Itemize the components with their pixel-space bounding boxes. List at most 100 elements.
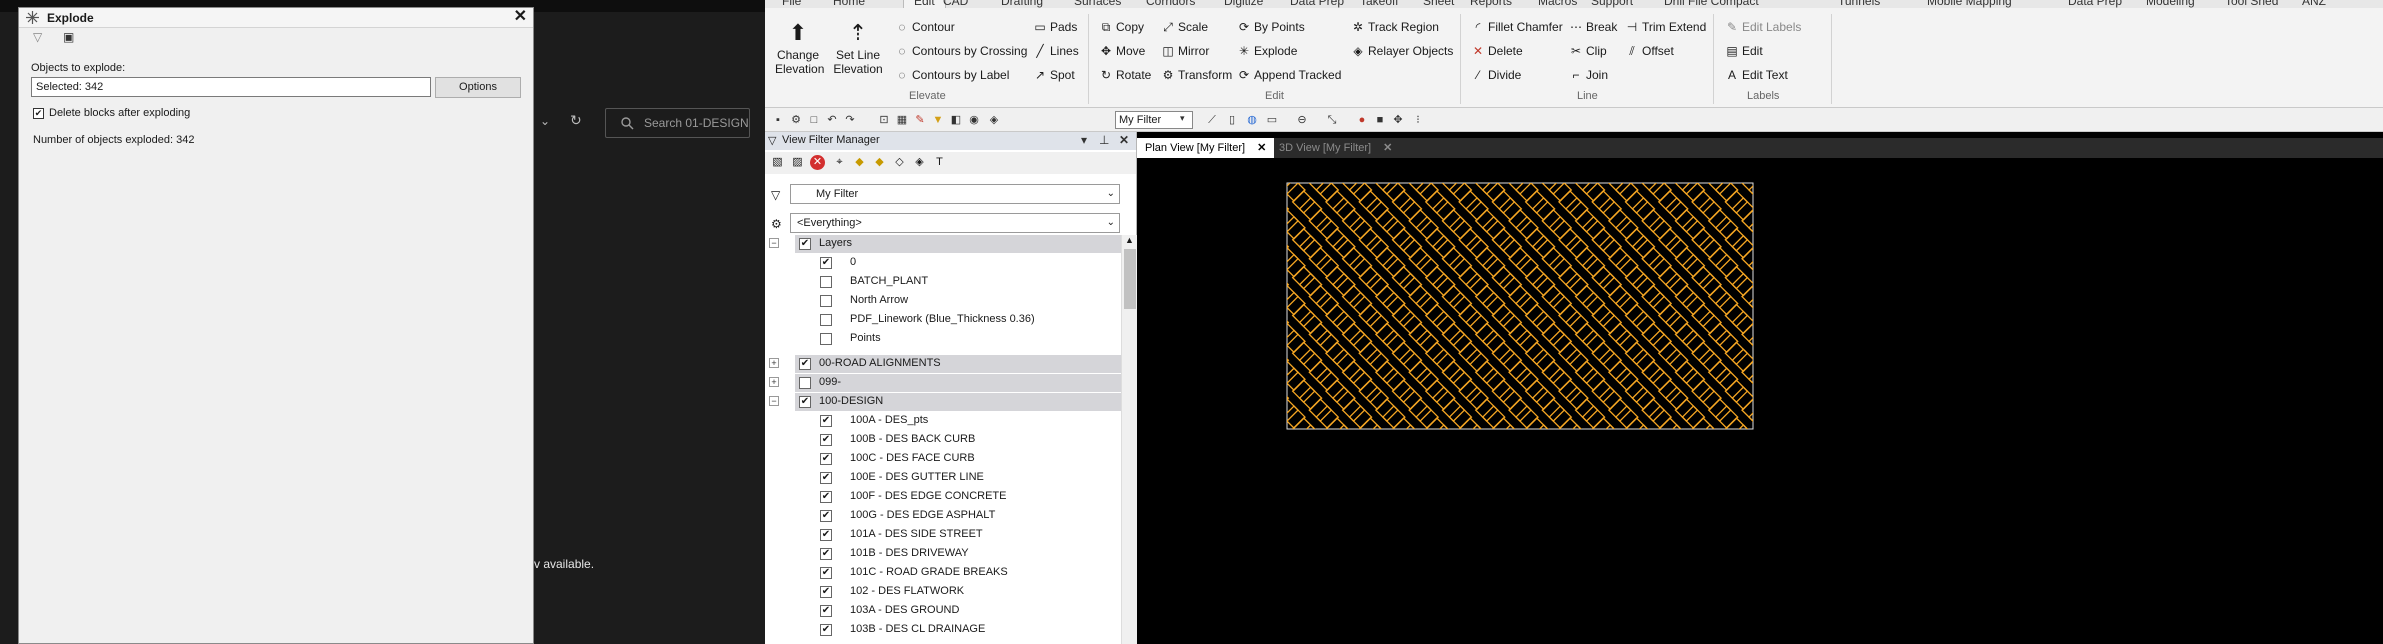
layer-checkbox[interactable]: ✔ (799, 238, 811, 250)
layer-checkbox[interactable]: ✔ (799, 396, 811, 408)
expand-icon[interactable]: + (769, 377, 779, 387)
ribbon-tab-tunnels[interactable]: Tunnels (1838, 0, 1880, 8)
chevron-down-icon[interactable]: ▾ (1180, 113, 1185, 124)
properties-icon[interactable]: ▣ (63, 30, 74, 44)
refresh-icon[interactable]: ↻ (570, 112, 586, 128)
undo-icon[interactable]: ↶ (825, 113, 839, 127)
zoom-icon[interactable]: ⤡ (1325, 113, 1339, 127)
text-filter-icon[interactable]: T (932, 155, 947, 170)
ribbon-tab-sheet[interactable]: Sheet (1423, 0, 1454, 8)
ribbon-tab-modeling[interactable]: Modeling (2146, 0, 2195, 8)
ribbon-tab-cad[interactable]: CAD (943, 0, 968, 8)
expand-icon[interactable]: + (769, 358, 779, 368)
layer-checkbox[interactable]: ✔ (820, 415, 832, 427)
scope-select[interactable]: <Everything> ⌄ (790, 213, 1120, 233)
layer-checkbox[interactable] (799, 377, 811, 389)
layer-group-row[interactable]: − ✔ 100-DESIGN (769, 393, 1121, 411)
layer-row[interactable]: ✔ 0 (765, 254, 1121, 272)
settings-icon[interactable]: ⚙ (789, 113, 803, 127)
ribbon-tab-home[interactable]: Home (833, 0, 865, 8)
view-icon[interactable]: ◉ (967, 113, 981, 127)
grid-icon[interactable]: ▦ (895, 113, 909, 127)
measure-icon[interactable]: ⟋ (1205, 113, 1219, 127)
snap-icon[interactable]: ⊡ (877, 113, 891, 127)
layer-checkbox[interactable]: ✔ (820, 453, 832, 465)
layer-checkbox[interactable]: ✔ (820, 624, 832, 636)
stop-icon[interactable]: ■ (1373, 113, 1387, 127)
layer-row[interactable]: ✔ 102 - DES FLATWORK (765, 583, 1121, 601)
lines-button[interactable]: ╱ Lines (1033, 44, 1078, 58)
trim-extend-button[interactable]: ⊣ Trim Extend (1625, 20, 1706, 34)
layer-checkbox[interactable]: ✔ (820, 257, 832, 269)
delete-filter-icon[interactable]: ✕ (810, 155, 825, 170)
layer-row[interactable]: ✔ 101C - ROAD GRADE BREAKS (765, 564, 1121, 582)
layer-row[interactable]: BATCH_PLANT (765, 273, 1121, 291)
pin-icon[interactable]: ⊥ (1099, 133, 1109, 147)
crosshair-icon[interactable]: ⌖ (832, 155, 847, 170)
contours-by-crossing-button[interactable]: ◌ Contours by Crossing (895, 44, 1027, 58)
close-icon[interactable]: ✕ (1119, 133, 1129, 147)
layer-row[interactable]: ✔ 101A - DES SIDE STREET (765, 526, 1121, 544)
layer-row[interactable]: ✔ 100C - DES FACE CURB (765, 450, 1121, 468)
set-line-elevation-button[interactable]: ⇡ Set Line Elevation (833, 18, 883, 76)
layer-checkbox[interactable] (820, 276, 832, 288)
tree-scrollbar[interactable]: ▲ (1121, 235, 1137, 644)
close-icon[interactable]: ✕ (514, 9, 527, 25)
layer-checkbox[interactable]: ✔ (820, 510, 832, 522)
edit-labels-button[interactable]: ✎ Edit Labels (1725, 20, 1801, 34)
doc-icon[interactable]: ▯ (1225, 113, 1239, 127)
explode-titlebar[interactable]: Explode ✕ (19, 8, 533, 28)
layer-checkbox[interactable] (820, 295, 832, 307)
copy-button[interactable]: ⧉ Copy (1099, 20, 1144, 35)
layer-checkbox[interactable]: ✔ (820, 491, 832, 503)
view-tab[interactable]: Plan View [My Filter] ✕ (1137, 138, 1275, 158)
options-button[interactable]: Options (435, 77, 521, 98)
filter-select[interactable]: My Filter ⌄ (790, 184, 1120, 204)
view-filter-manager-titlebar[interactable]: ▽ View Filter Manager ▾ ⊥ ✕ (765, 132, 1136, 150)
ribbon-tab-surfaces[interactable]: Surfaces (1074, 0, 1121, 8)
layer-checkbox[interactable] (820, 333, 832, 345)
pan-icon[interactable]: ✥ (1391, 113, 1405, 127)
close-icon[interactable]: ✕ (1383, 142, 1392, 154)
layer-checkbox[interactable]: ✔ (820, 567, 832, 579)
display-icon[interactable]: ⊖ (1295, 113, 1309, 127)
delete-blocks-checkbox[interactable]: ✔ (33, 108, 44, 119)
append-tracked-button[interactable]: ⟳ Append Tracked (1237, 68, 1341, 82)
by-points-button[interactable]: ⟳ By Points (1237, 20, 1305, 34)
layer-list-icon[interactable]: ◈ (912, 155, 927, 170)
pen-icon[interactable]: ✎ (913, 113, 927, 127)
ribbon-tab-drafting[interactable]: Drafting (1001, 0, 1043, 8)
layer-row[interactable]: ✔ 103B - DES CL DRAINAGE (765, 621, 1121, 639)
line-delete-button[interactable]: ✕ Delete (1471, 44, 1523, 58)
record-icon[interactable]: ● (1355, 113, 1369, 127)
spot-button[interactable]: ↗ Spot (1033, 68, 1075, 82)
ribbon-tab-tool-shed[interactable]: Tool Shed (2225, 0, 2278, 8)
globe-icon[interactable]: ◍ (1245, 113, 1259, 127)
ribbon-tab-macros[interactable]: Macros (1538, 0, 1577, 8)
dropdown-icon[interactable]: ▾ (1081, 133, 1087, 147)
relayer-objects-button[interactable]: ◈ Relayer Objects (1351, 44, 1453, 58)
chevron-down-icon[interactable]: ⌄ (540, 114, 554, 128)
plan-view-canvas[interactable] (1137, 158, 2383, 644)
layer-row[interactable]: ✔ 100F - DES EDGE CONCRETE (765, 488, 1121, 506)
layer-checkbox[interactable]: ✔ (799, 358, 811, 370)
search-input[interactable]: Search 01-DESIGN (605, 108, 750, 138)
layer-row[interactable]: ✔ 100G - DES EDGE ASPHALT (765, 507, 1121, 525)
layer-copy-icon[interactable]: ◇ (892, 155, 907, 170)
layer-row[interactable]: ✔ 101B - DES DRIVEWAY (765, 545, 1121, 563)
rotate-button[interactable]: ↻ Rotate (1099, 68, 1151, 82)
save-icon[interactable]: ▪ (771, 113, 785, 127)
layer-row[interactable]: PDF_Linework (Blue_Thickness 0.36) (765, 311, 1121, 329)
view-mode-icon[interactable]: ▭ (1265, 113, 1279, 127)
collapse-icon[interactable]: − (769, 238, 779, 248)
contours-by-label-button[interactable]: ◌ Contours by Label (895, 68, 1009, 82)
track-region-button[interactable]: ✲ Track Region (1351, 20, 1439, 34)
edit-filter-icon[interactable]: ▨ (790, 155, 805, 170)
layer-group-row[interactable]: + ✔ 00-ROAD ALIGNMENTS (769, 355, 1121, 373)
view-tab[interactable]: 3D View [My Filter] ✕ (1271, 138, 1400, 158)
layer-checkbox[interactable]: ✔ (820, 586, 832, 598)
layer-checkbox[interactable]: ✔ (820, 472, 832, 484)
ribbon-tab-edit[interactable]: Edit (903, 0, 946, 8)
pads-button[interactable]: ▭ Pads (1033, 20, 1077, 34)
new-filter-icon[interactable]: ▧ (770, 155, 785, 170)
